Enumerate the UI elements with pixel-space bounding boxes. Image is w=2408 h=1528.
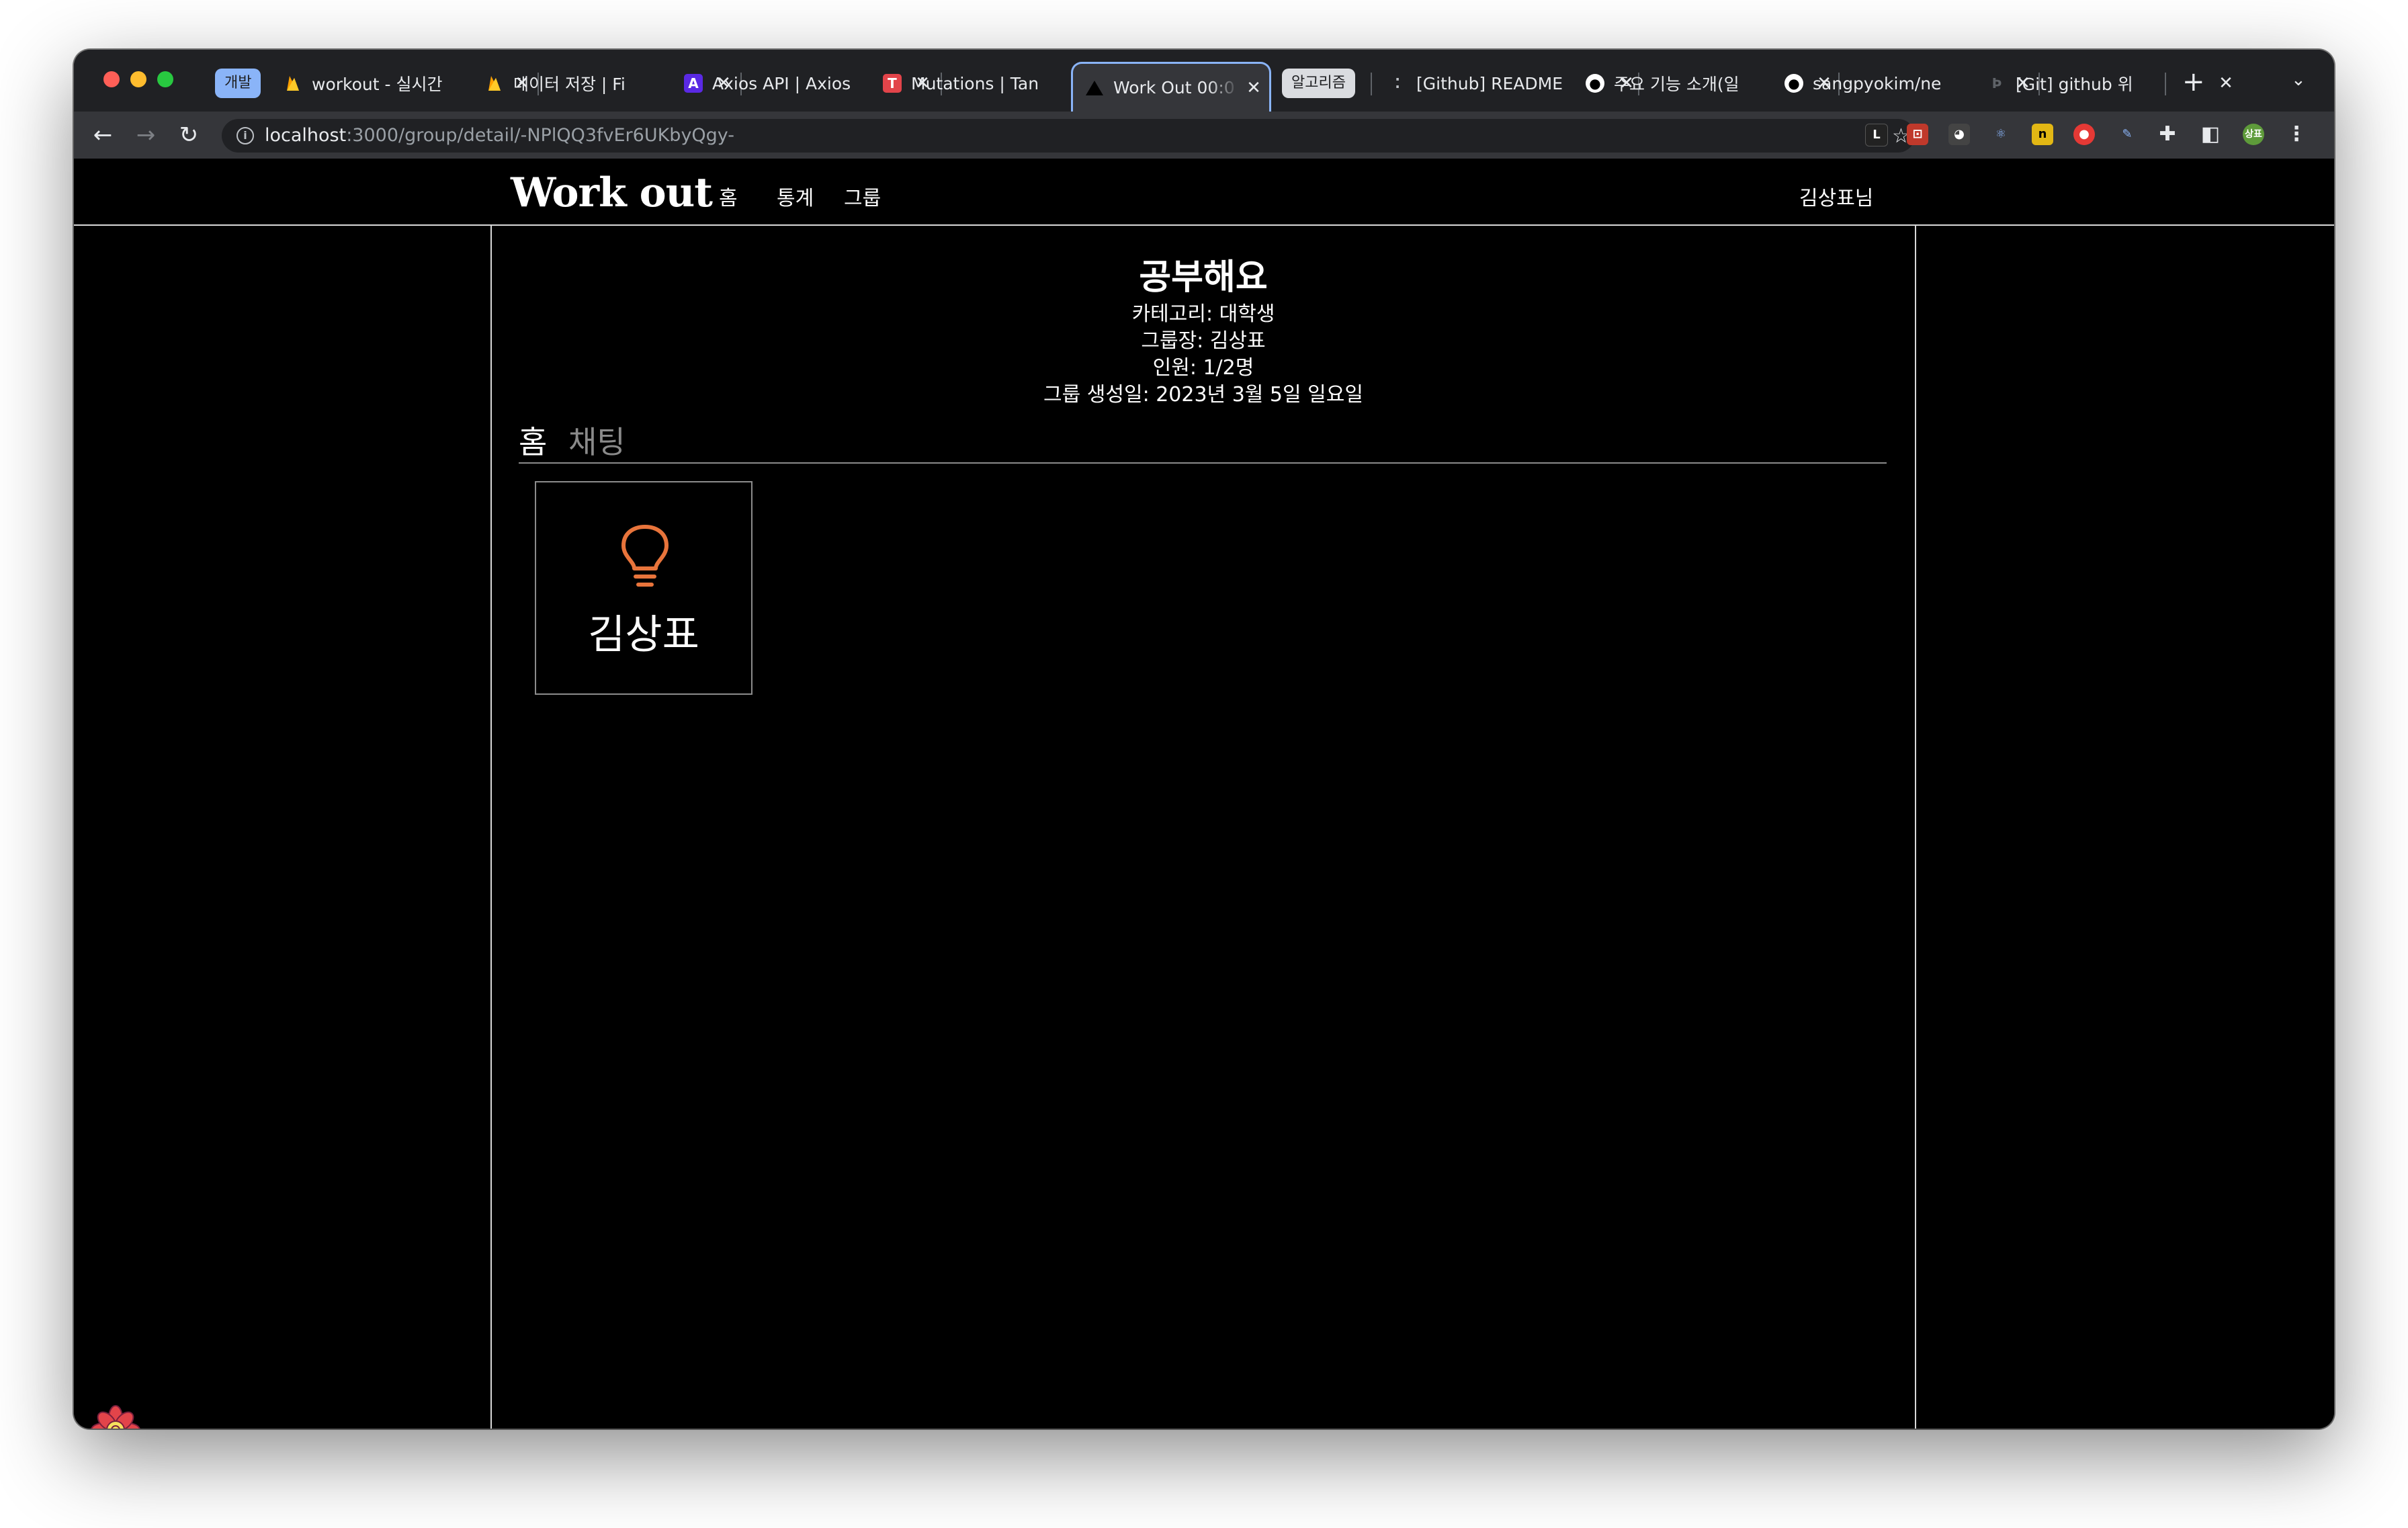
window-controls — [103, 71, 173, 87]
browser-toolbar: ← → ↻ i localhost:3000/group/detail/-NPl… — [74, 112, 2334, 159]
tab-strip: 개발 workout - 실시간 ✕ 데이터 저장 | Fi ✕ A Axios… — [74, 50, 2334, 112]
nav-groups[interactable]: 그룹 — [844, 181, 881, 211]
extension-yellow-icon[interactable]: n — [2032, 124, 2053, 145]
nav-home[interactable]: 홈 — [719, 181, 738, 211]
github-icon: ● — [1784, 74, 1803, 93]
group-leader: 그룹장: 김상표 — [1141, 329, 1266, 353]
nav-stats[interactable]: 통계 — [777, 181, 814, 211]
dots-icon: ⁚ — [1395, 75, 1400, 91]
tanstack-icon: T — [883, 74, 902, 93]
group-created-date: 그룹 생성일: 2023년 3월 5일 일요일 — [1043, 383, 1363, 407]
zoom-window-button[interactable] — [157, 71, 173, 87]
tab-title: workout - 실시간 — [312, 75, 443, 94]
tab-work-out-active[interactable]: Work Out 00:0 ✕ — [1071, 62, 1271, 112]
page-viewport: Work out 홈 통계 그룹 김상표님 공부해요 카테고리: 대학생 그룹장… — [74, 159, 2334, 1429]
close-tab-icon[interactable]: ✕ — [1244, 78, 1264, 98]
tab-group-dev[interactable]: 개발 — [215, 69, 261, 98]
group-detail-panel: 공부해요 카테고리: 대학생 그룹장: 김상표 인원: 1/2명 그룹 생성일:… — [490, 226, 1916, 1429]
group-members-count: 인원: 1/2명 — [1152, 356, 1254, 380]
page-icon: Þ — [1991, 75, 2002, 91]
minimize-window-button[interactable] — [130, 71, 146, 87]
user-menu[interactable]: 김상표님 — [1799, 181, 1873, 211]
side-panel-icon[interactable]: ◧ — [2200, 124, 2221, 145]
react-query-devtools-icon[interactable] — [89, 1403, 142, 1429]
tab-title: 데이터 저장 | Fi — [513, 75, 626, 94]
firebase-icon — [284, 74, 302, 93]
chevron-down-icon[interactable]: ⌄ — [2291, 70, 2306, 90]
back-arrow-icon[interactable]: ← — [87, 120, 118, 151]
group-title: 공부해요 — [1139, 257, 1268, 298]
close-window-button[interactable] — [103, 71, 120, 87]
tab-title: [Github] README — [1416, 73, 1563, 93]
tab-home[interactable]: 홈 — [519, 418, 547, 462]
url-text[interactable]: localhost:3000/group/detail/-NPlQQ3fvEr6… — [265, 119, 734, 153]
profile-avatar[interactable]: 상표 — [2243, 124, 2264, 145]
lightbulb-icon — [618, 524, 672, 591]
tab-title: sangpyokim/ne — [1813, 73, 1942, 93]
extensions-puzzle-icon[interactable]: ✚ — [2157, 124, 2178, 145]
browser-menu-icon[interactable]: ⋮ — [2286, 124, 2307, 145]
group-category: 카테고리: 대학생 — [1131, 302, 1275, 326]
new-tab-icon[interactable]: + — [2182, 67, 2205, 97]
group-tabs: 홈 채팅 — [519, 418, 1887, 464]
tab-title: Axios API | Axios — [712, 73, 851, 93]
extension-lh-icon[interactable]: L — [1865, 124, 1888, 146]
app-header: Work out 홈 통계 그룹 김상표님 — [74, 159, 2334, 226]
vercel-icon — [1085, 79, 1104, 97]
axios-icon: A — [684, 74, 703, 93]
close-tab-icon[interactable]: ✕ — [2216, 73, 2236, 93]
member-card[interactable]: 김상표 — [535, 481, 752, 695]
forward-arrow-icon[interactable]: → — [130, 120, 161, 151]
extension-cat-icon[interactable]: ◕ — [1948, 124, 1970, 145]
tab-title: 주요 기능 소개(일 — [1614, 75, 1739, 94]
extension-record-icon[interactable]: ● — [2073, 124, 2095, 145]
github-icon: ● — [1586, 74, 1604, 93]
tab-group-algorithm[interactable]: 알고리즘 — [1282, 69, 1355, 98]
member-name: 김상표 — [588, 611, 699, 659]
firebase-icon — [485, 74, 504, 93]
site-info-icon[interactable]: i — [236, 127, 254, 144]
reload-icon[interactable]: ↻ — [173, 120, 204, 151]
extension-pen-icon[interactable]: ✎ — [2116, 124, 2138, 145]
extension-react-icon[interactable]: ⚛ — [1990, 124, 2012, 145]
tab-chat[interactable]: 채팅 — [568, 418, 626, 462]
extension-red-icon[interactable]: ⊡ — [1907, 124, 1928, 145]
browser-window: 개발 workout - 실시간 ✕ 데이터 저장 | Fi ✕ A Axios… — [74, 50, 2334, 1429]
address-bar[interactable]: i localhost:3000/group/detail/-NPlQQ3fvE… — [222, 119, 1915, 153]
tab-title: Work Out 00:0 — [1113, 78, 1235, 97]
app-logo[interactable]: Work out — [511, 169, 713, 216]
